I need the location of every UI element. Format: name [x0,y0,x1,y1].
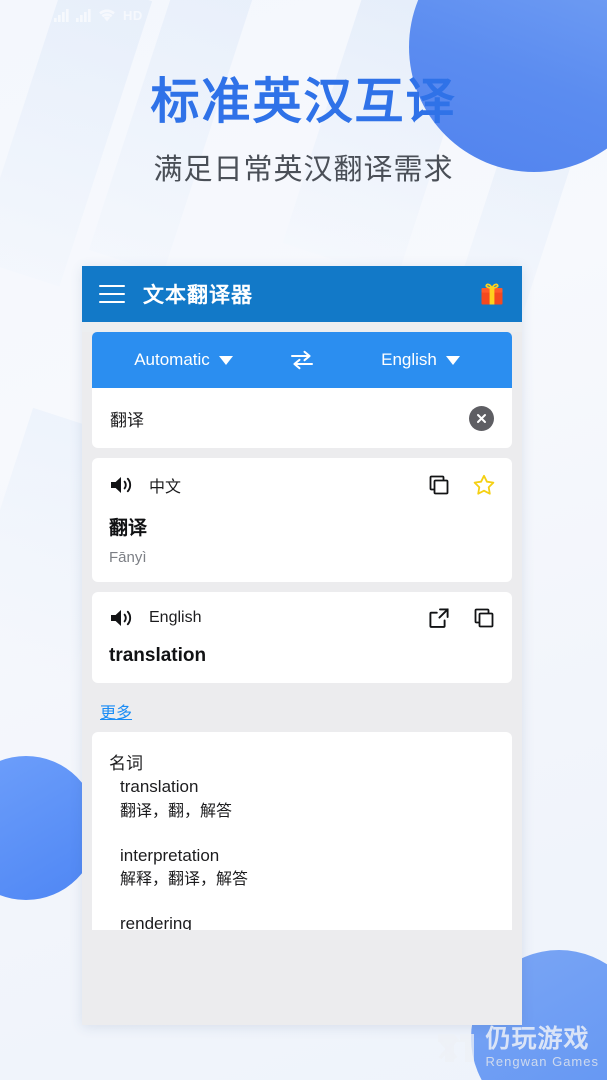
result-text: translation [109,645,207,666]
dictionary-card: 名词 translation 翻译，翻，解答 interpretation 解释… [92,732,512,930]
speaker-icon[interactable] [109,474,135,496]
watermark: 仍玩游戏 Rengwan Games [434,1027,599,1068]
close-icon [477,413,486,423]
watermark-cn: 仍玩游戏 [485,1025,590,1053]
hd-label: HD [123,7,143,23]
translation-input-row[interactable]: 翻译 [92,388,512,448]
dictionary-entry: translation 翻译，翻，解答 [120,774,495,824]
watermark-text: 仍玩游戏 Rengwan Games [485,1025,599,1069]
dictionary-term: translation [120,777,199,796]
phone-screenshot: 文本翻译器 Automatic English 翻译 中文 翻译 Fānyì E… [82,266,522,1025]
result-card-english: English translation [92,592,512,683]
dictionary-term: rendering [120,914,192,930]
more-section: 更多 [82,693,522,723]
result-text: 翻译 [109,518,148,539]
rengwan-logo-icon [437,1033,474,1062]
app-bar: 文本翻译器 [82,266,522,322]
dictionary-definitions: 翻译，翻，解答 [120,802,233,820]
copy-icon[interactable] [473,607,495,629]
page-subtitle: 满足日常英汉翻译需求 [153,154,454,187]
star-icon[interactable] [473,474,495,496]
result-language-label: 中文 [149,479,182,496]
watermark-en: Rengwan Games [485,1054,599,1069]
search-input[interactable]: 翻译 [110,406,469,431]
speaker-icon[interactable] [109,607,135,629]
source-language-selector[interactable]: Automatic [92,350,275,370]
result-card-actions [428,474,495,496]
dictionary-entry: interpretation 解释，翻译，解答 [120,843,495,893]
result-card-header: English [109,607,495,629]
app-title: 文本翻译器 [143,284,253,307]
result-language-label: English [149,609,202,626]
clear-circle-icon[interactable] [469,405,494,431]
share-icon[interactable] [428,607,450,629]
dictionary-term: interpretation [120,845,220,865]
dictionary-definitions: 解释，翻译，解答 [120,871,249,888]
language-bar: Automatic English [92,332,512,388]
result-pronunciation: Fānyì [109,549,147,566]
page-title: 标准英汉互译 [150,75,457,129]
chevron-down-icon [445,355,460,365]
more-link[interactable]: 更多 [100,699,132,723]
dictionary-entry: rendering 翻译 [120,911,495,930]
signal-icon [76,8,91,22]
copy-icon[interactable] [428,474,450,496]
target-language-selector[interactable]: English [329,350,512,370]
hamburger-icon[interactable] [99,285,125,303]
swap-languages-button[interactable] [275,350,329,370]
status-bar: HD [0,0,607,30]
source-language-label: Automatic [134,350,210,369]
screenshot-root: HD 标准英汉互译 满足日常英汉翻译需求 文本翻译器 Automatic Eng… [0,0,607,1080]
swap-arrows-icon [291,350,313,370]
hero-section: 标准英汉互译 满足日常英汉翻译需求 [0,74,607,188]
result-card-chinese: 中文 翻译 Fānyì [92,458,512,582]
signal-icon [54,8,69,22]
result-card-header: 中文 [109,473,495,497]
wifi-icon [99,9,115,21]
target-language-label: English [381,350,437,369]
part-of-speech-label: 名词 [109,754,143,773]
gift-icon[interactable] [479,281,505,307]
phone-content: Automatic English 翻译 中文 翻译 Fānyì English… [82,332,522,1025]
result-card-actions [428,607,495,629]
chevron-down-icon [218,355,233,365]
